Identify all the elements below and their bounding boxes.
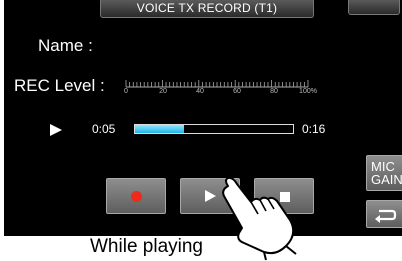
rec-level-meter: 0 20 40 60 80 100% — [122, 79, 318, 97]
mic-gain-button[interactable]: MIC GAIN — [366, 155, 402, 191]
total-time: 0:16 — [302, 122, 326, 136]
scale-label-60: 60 — [233, 88, 241, 95]
pointing-hand-icon — [222, 176, 297, 261]
return-button[interactable] — [366, 200, 402, 228]
playing-status-icon — [50, 124, 62, 136]
playback-progress-fill — [135, 125, 185, 133]
record-icon — [131, 191, 142, 202]
scale-label-40: 40 — [196, 88, 204, 95]
window-title: VOICE TX RECORD (T1) — [100, 0, 314, 18]
rec-level-label: REC Level : — [14, 76, 105, 95]
elapsed-time: 0:05 — [92, 122, 116, 136]
scale-label-0: 0 — [124, 88, 128, 95]
mic-gain-label-line2: GAIN — [371, 172, 402, 187]
name-label: Name : — [38, 36, 93, 55]
record-button[interactable] — [106, 178, 166, 214]
voice-tx-record-screen: VOICE TX RECORD (T1) Name : REC Level : … — [4, 0, 402, 236]
scale-label-100: 100% — [299, 88, 317, 95]
scale-label-20: 20 — [159, 88, 167, 95]
return-arrow-icon — [375, 209, 397, 223]
scale-label-80: 80 — [270, 88, 278, 95]
corner-tab — [348, 0, 400, 15]
playback-progress-bar — [134, 124, 294, 134]
level-meter-ticks — [125, 80, 309, 88]
caption: While playing — [90, 236, 203, 257]
